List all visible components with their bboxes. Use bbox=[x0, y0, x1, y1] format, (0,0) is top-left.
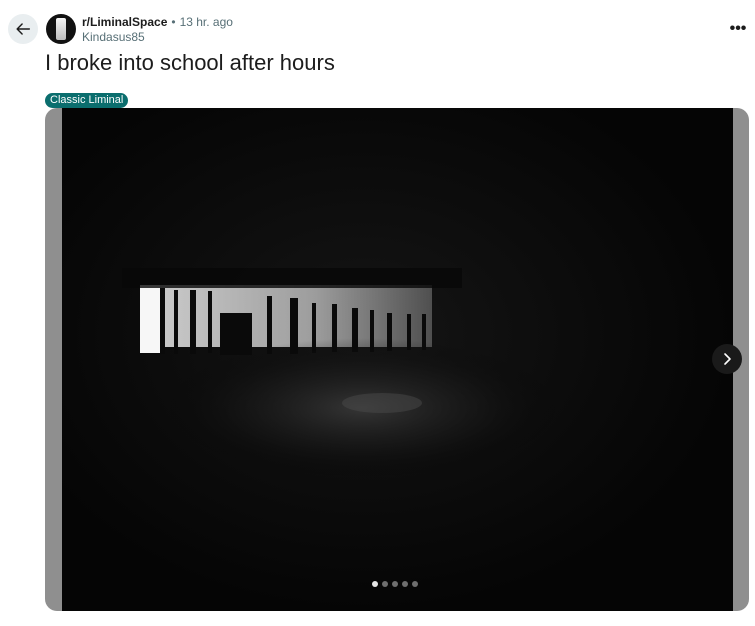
more-horizontal-icon: ••• bbox=[729, 20, 747, 37]
pagination-dot[interactable] bbox=[412, 581, 418, 587]
post-meta-row: r/LiminalSpace • 13 hr. ago bbox=[82, 15, 233, 30]
back-button[interactable] bbox=[8, 14, 38, 44]
pagination-dot[interactable] bbox=[392, 581, 398, 587]
next-image-button[interactable] bbox=[712, 344, 742, 374]
more-options-button[interactable]: ••• bbox=[727, 18, 749, 40]
gallery-image bbox=[62, 108, 733, 611]
post-timestamp: 13 hr. ago bbox=[179, 15, 233, 29]
subreddit-link[interactable]: r/LiminalSpace bbox=[82, 15, 167, 30]
pagination-dot[interactable] bbox=[402, 581, 408, 587]
pagination-dot[interactable] bbox=[372, 581, 378, 587]
post-flair[interactable]: Classic Liminal bbox=[45, 93, 129, 108]
meta-separator: • bbox=[171, 15, 176, 29]
image-gallery[interactable] bbox=[45, 108, 749, 611]
author-link[interactable]: Kindasus85 bbox=[82, 30, 233, 45]
gallery-pagination bbox=[372, 581, 418, 587]
arrow-left-icon bbox=[16, 23, 31, 35]
subreddit-avatar[interactable] bbox=[46, 14, 76, 44]
post-title: I broke into school after hours bbox=[45, 50, 335, 75]
post-meta: r/LiminalSpace • 13 hr. ago Kindasus85 bbox=[82, 15, 233, 45]
avatar-image bbox=[56, 18, 66, 40]
pagination-dot[interactable] bbox=[382, 581, 388, 587]
chevron-right-icon bbox=[724, 353, 731, 365]
